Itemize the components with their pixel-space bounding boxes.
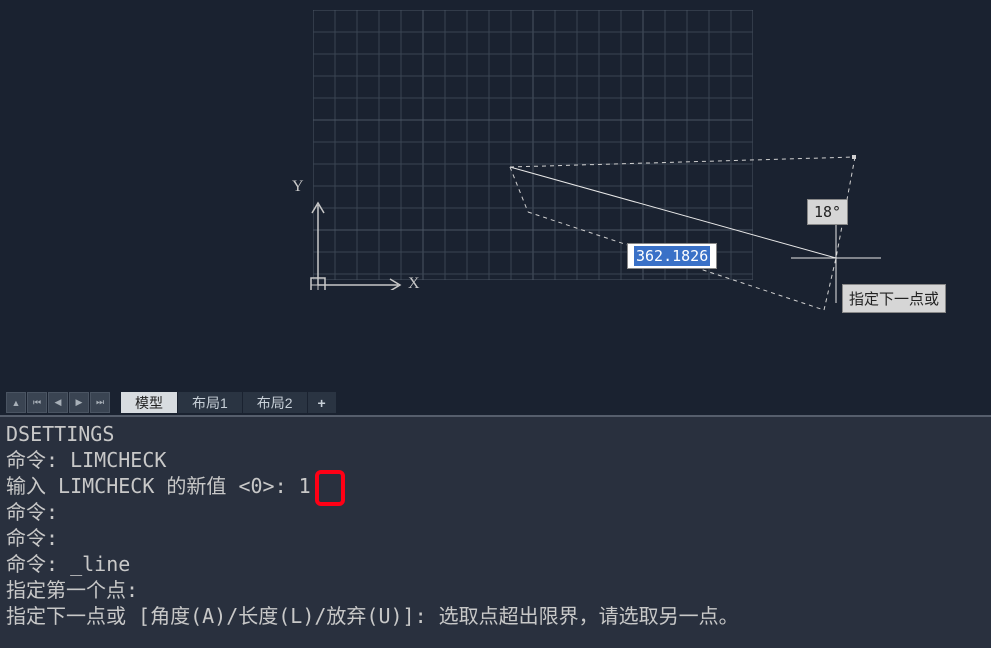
dynamic-prompt: 指定下一点或	[842, 284, 946, 313]
command-history-line: 输入 LIMCHECK 的新值 <0>: 1	[6, 473, 985, 499]
command-window[interactable]: DSETTINGS 命令: LIMCHECK 输入 LIMCHECK 的新值 <…	[0, 415, 991, 648]
command-history-line: 指定第一个点:	[6, 577, 985, 603]
tab-first-button[interactable]: ⏮	[27, 392, 47, 413]
command-history-line: DSETTINGS	[6, 421, 985, 447]
rubber-band-line	[0, 0, 991, 390]
dynamic-length-input[interactable]: 362.1826	[627, 243, 717, 269]
command-history-line: 命令:	[6, 499, 985, 525]
command-history-line: 命令:	[6, 525, 985, 551]
command-history-line: 命令: LIMCHECK	[6, 447, 985, 473]
tab-add-button[interactable]: +	[308, 392, 337, 413]
command-prompt-line: 指定下一点或 [角度(A)/长度(L)/放弃(U)]: 选取点超出限界，请选取另…	[6, 603, 985, 629]
command-history-line: 命令: _line	[6, 551, 985, 577]
drawing-canvas[interactable]: Y X 362.1826 18° 指定下一点或	[0, 0, 991, 390]
tab-model[interactable]: 模型	[121, 392, 178, 413]
tab-layout1[interactable]: 布局1	[178, 392, 243, 413]
layout-tab-bar: ▲ ⏮ ◀ ▶ ⏭ 模型 布局1 布局2 +	[0, 390, 991, 415]
tab-layout2[interactable]: 布局2	[243, 392, 308, 413]
tab-last-button[interactable]: ⏭	[90, 392, 110, 413]
tracking-point	[852, 155, 856, 159]
dynamic-angle-display: 18°	[807, 199, 848, 225]
tab-scroll-up-button[interactable]: ▲	[6, 392, 26, 413]
dynamic-length-value: 362.1826	[634, 246, 710, 266]
tab-prev-button[interactable]: ◀	[48, 392, 68, 413]
tab-next-button[interactable]: ▶	[69, 392, 89, 413]
